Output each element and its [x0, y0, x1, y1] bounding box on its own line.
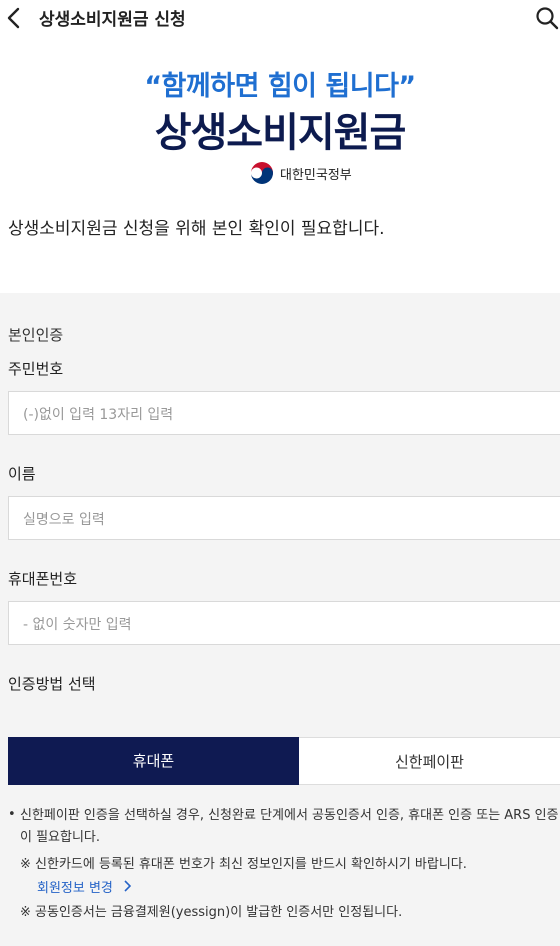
app-header: 상생소비지원금 신청: [0, 0, 560, 36]
government-emblem-icon: [251, 162, 273, 184]
promo-banner: “함께하면 힘이 됩니다” 상생소비지원금 대한민국정부: [0, 60, 560, 190]
notice-phone-check: ※ 신한카드에 등록된 휴대폰 번호가 최신 정보인지를 반드시 확인하시기 바…: [20, 857, 467, 872]
government-label: 대한민국정부: [280, 168, 352, 183]
phone-input[interactable]: - 없이 숫자만 입력: [8, 601, 560, 645]
section-label: 본인인증: [8, 326, 64, 344]
banner-title: 상생소비지원금: [154, 110, 407, 156]
auth-method-label: 인증방법 선택: [8, 675, 96, 693]
search-icon[interactable]: [535, 5, 559, 31]
tab-shinhan-paypan[interactable]: 신한페이판: [299, 737, 560, 785]
name-input[interactable]: 실명으로 입력: [8, 496, 560, 540]
tab-mobile-phone[interactable]: 휴대폰: [8, 737, 299, 785]
member-info-change-label: 회원정보 변경: [37, 881, 113, 896]
name-label: 이름: [8, 465, 36, 483]
rrn-input[interactable]: (-)없이 입력 13자리 입력: [8, 391, 560, 435]
intro-text: 상생소비지원금 신청을 위해 본인 확인이 필요합니다.: [8, 219, 385, 239]
banner-slogan: “함께하면 힘이 됩니다”: [144, 71, 416, 102]
phone-label: 휴대폰번호: [8, 570, 78, 588]
rrn-label: 주민번호: [8, 360, 64, 378]
chevron-left-icon[interactable]: [4, 5, 24, 31]
bullet-icon: •: [8, 807, 16, 822]
member-info-change-link[interactable]: 회원정보 변경: [37, 877, 132, 896]
notice-certificate: ※ 공동인증서는 금융결제원(yessign)이 발급한 인증서만 인정됩니다.: [20, 905, 403, 920]
notice-main: 신한페이판 인증을 선택하실 경우, 신청완료 단계에서 공동인증서 인증, 휴…: [20, 808, 559, 845]
page-title: 상생소비지원금 신청: [39, 10, 186, 30]
chevron-right-icon: [123, 880, 132, 896]
